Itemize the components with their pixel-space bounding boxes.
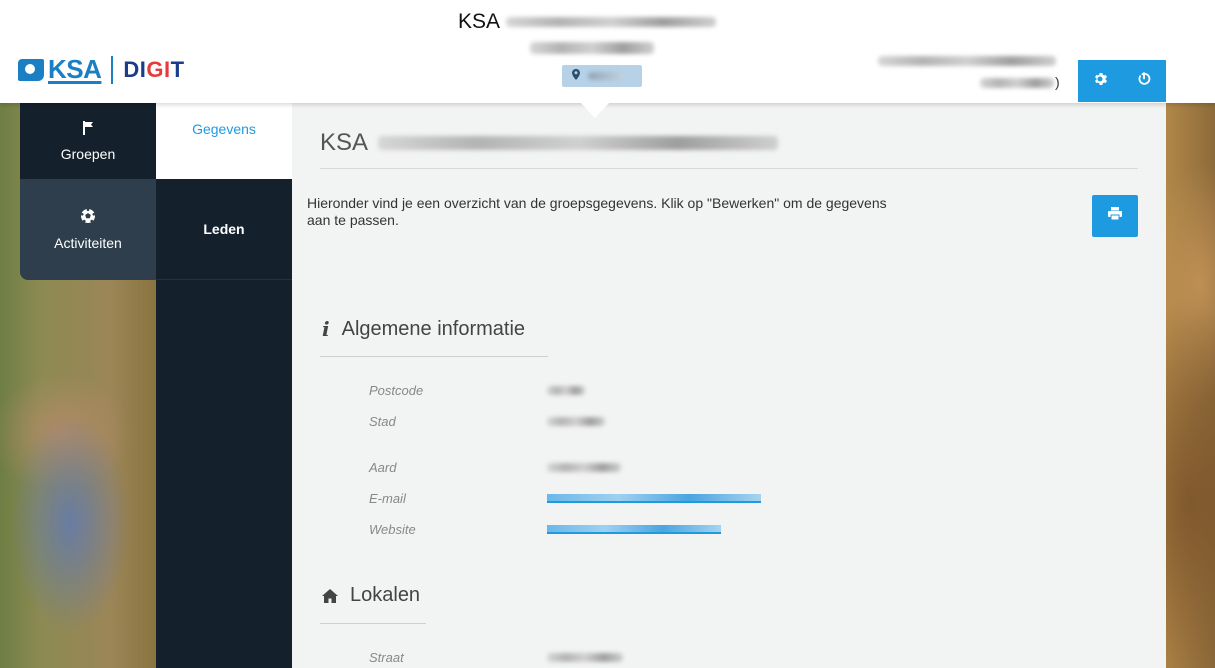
- redacted-postcode: [547, 386, 585, 395]
- primary-nav: Groepen Activiteiten: [20, 103, 156, 280]
- section-heading-lokalen: Lokalen: [322, 584, 420, 607]
- section-heading-algemene-informatie: i Algemene informatie: [322, 317, 526, 341]
- settings-button[interactable]: [1078, 60, 1122, 102]
- section-divider: [320, 356, 548, 357]
- home-icon: [322, 588, 338, 603]
- logout-button[interactable]: [1122, 60, 1166, 102]
- field-label-stad: Stad: [369, 414, 396, 429]
- email-link[interactable]: [547, 494, 761, 503]
- redacted-aard: [547, 463, 621, 472]
- redacted-page-title: [378, 136, 779, 150]
- section-divider: [320, 623, 426, 624]
- soccer-ball-icon: [80, 208, 96, 229]
- redacted-stad: [547, 417, 605, 426]
- header-pointer-arrow: [580, 102, 610, 118]
- field-label-email: E-mail: [369, 491, 406, 506]
- flag-icon: [82, 120, 94, 140]
- main-content: KSA Hieronder vind je een overzicht van …: [292, 103, 1166, 668]
- redacted-straat: [547, 653, 623, 662]
- nav-item-groepen[interactable]: Groepen: [20, 103, 156, 179]
- subnav-item-gegevens[interactable]: Gegevens: [156, 103, 292, 179]
- print-button[interactable]: [1092, 195, 1138, 237]
- user-role-paren: ): [1055, 74, 1060, 90]
- info-icon: i: [322, 317, 330, 341]
- print-icon: [1108, 207, 1122, 225]
- field-label-postcode: Postcode: [369, 383, 424, 398]
- logo-ksa: KSA: [18, 54, 102, 85]
- field-label-aard: Aard: [369, 460, 397, 475]
- redacted-user-role: [980, 78, 1054, 88]
- logo-separator: [111, 55, 114, 84]
- title-divider: [320, 168, 1138, 169]
- top-header: KSA DIGIT KSA ): [0, 0, 1215, 103]
- gear-icon: [1093, 72, 1107, 91]
- map-marker-icon: [572, 69, 580, 83]
- redacted-group-subtitle: [530, 42, 654, 54]
- nav-item-label: Activiteiten: [54, 235, 122, 251]
- header-button-group: [1078, 60, 1166, 102]
- redacted-location: [588, 72, 624, 80]
- group-name-heading: KSA: [458, 10, 717, 34]
- logo-digit: DIGIT: [123, 56, 185, 82]
- redacted-user-name: [878, 56, 1056, 66]
- intro-text: Hieronder vind je een overzicht van de g…: [307, 195, 887, 228]
- subnav-item-leden[interactable]: Leden: [156, 179, 292, 280]
- nav-item-activiteiten[interactable]: Activiteiten: [20, 179, 156, 280]
- nav-item-label: Groepen: [60, 145, 116, 162]
- field-label-website: Website: [369, 522, 416, 537]
- power-icon: [1137, 71, 1151, 91]
- page-title: KSA: [320, 129, 779, 157]
- ksa-digit-logo[interactable]: KSA DIGIT: [18, 54, 185, 85]
- secondary-nav: Gegevens Leden: [156, 103, 292, 668]
- website-link[interactable]: [547, 525, 721, 534]
- ksa-emblem-icon: [18, 58, 44, 81]
- field-label-straat: Straat: [369, 650, 404, 665]
- redacted-group-name: [506, 17, 717, 27]
- location-badge: [562, 65, 642, 87]
